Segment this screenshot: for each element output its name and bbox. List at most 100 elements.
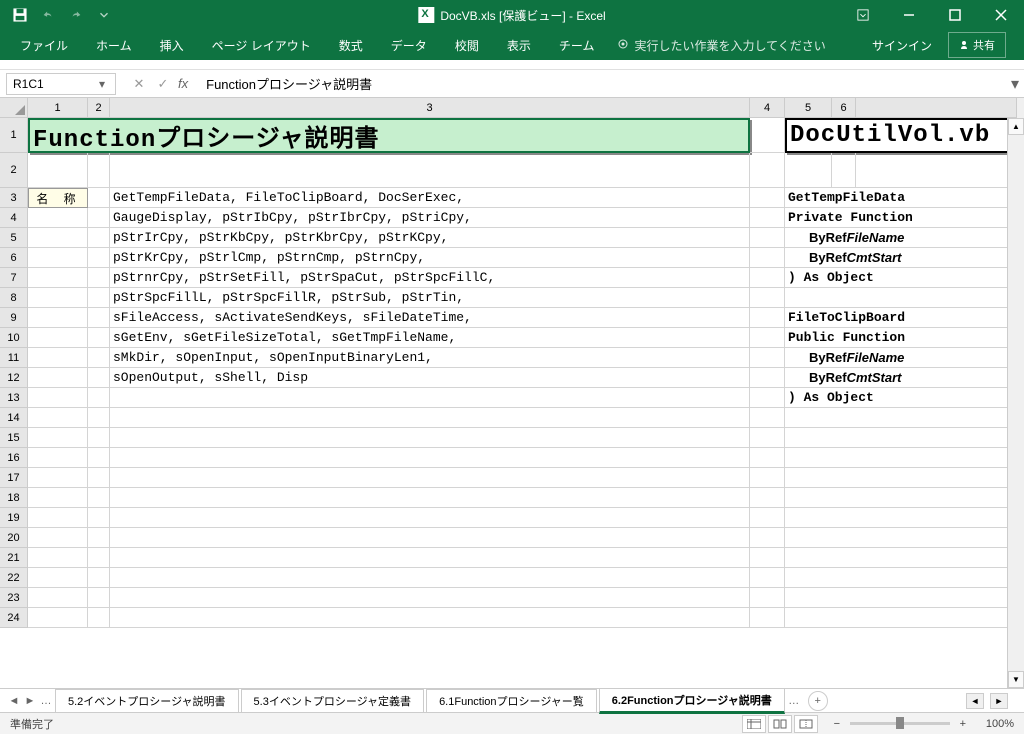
row-header[interactable]: 9 bbox=[0, 308, 28, 328]
cell[interactable] bbox=[28, 288, 88, 308]
tellme-search[interactable]: 実行したい作業を入力してください bbox=[610, 37, 833, 54]
title-cell[interactable]: Functionプロシージャ説明書 bbox=[28, 118, 750, 153]
cell[interactable] bbox=[750, 268, 785, 288]
label-cell[interactable]: 名 称 bbox=[28, 188, 88, 208]
page-layout-view-icon[interactable] bbox=[768, 715, 792, 733]
cell[interactable] bbox=[785, 488, 1017, 508]
col-header[interactable]: 1 bbox=[28, 98, 88, 118]
cell[interactable]: pStrKrCpy, pStrlCmp, pStrnCmp, pStrnCpy, bbox=[110, 248, 750, 268]
zoom-track[interactable] bbox=[850, 722, 950, 725]
cell[interactable]: sMkDir, sOpenInput, sOpenInputBinaryLen1… bbox=[110, 348, 750, 368]
cell[interactable] bbox=[750, 153, 785, 188]
tab-file[interactable]: ファイル bbox=[8, 31, 80, 60]
cell[interactable] bbox=[28, 568, 88, 588]
signin-link[interactable]: サインイン bbox=[860, 37, 944, 54]
select-all-button[interactable] bbox=[0, 98, 28, 118]
redo-icon[interactable] bbox=[64, 3, 88, 27]
cell[interactable]: GetTempFileData, FileToClipBoard, DocSer… bbox=[110, 188, 750, 208]
zoom-thumb[interactable] bbox=[896, 717, 904, 729]
cell[interactable]: ByRef CmtStart bbox=[785, 248, 1017, 268]
cell[interactable] bbox=[88, 328, 110, 348]
sheet-tab[interactable]: 5.3イベントプロシージャ定義書 bbox=[241, 689, 425, 712]
row-header[interactable]: 14 bbox=[0, 408, 28, 428]
vertical-scrollbar[interactable]: ▲ ▼ bbox=[1007, 118, 1024, 688]
cell[interactable] bbox=[750, 288, 785, 308]
normal-view-icon[interactable] bbox=[742, 715, 766, 733]
cell[interactable] bbox=[28, 268, 88, 288]
tab-nav-more-icon[interactable]: … bbox=[38, 695, 54, 707]
row-header[interactable]: 18 bbox=[0, 488, 28, 508]
cell[interactable] bbox=[110, 568, 750, 588]
row-header[interactable]: 15 bbox=[0, 428, 28, 448]
cell[interactable]: GaugeDisplay, pStrIbCpy, pStrIbrCpy, pSt… bbox=[110, 208, 750, 228]
filename-cell[interactable]: DocUtilVol.vb bbox=[785, 118, 1017, 153]
row-header[interactable]: 1 bbox=[0, 118, 28, 153]
cell[interactable] bbox=[750, 188, 785, 208]
cell[interactable] bbox=[28, 528, 88, 548]
row-header[interactable]: 19 bbox=[0, 508, 28, 528]
cell[interactable] bbox=[28, 208, 88, 228]
row-header[interactable]: 20 bbox=[0, 528, 28, 548]
minimize-button[interactable] bbox=[886, 0, 932, 30]
cell[interactable] bbox=[856, 153, 1017, 188]
cell[interactable] bbox=[88, 508, 110, 528]
cell[interactable]: ByRef FileName bbox=[785, 348, 1017, 368]
cell[interactable] bbox=[88, 368, 110, 388]
cell[interactable] bbox=[785, 528, 1017, 548]
cell[interactable] bbox=[110, 488, 750, 508]
cell[interactable] bbox=[88, 388, 110, 408]
scroll-down-icon[interactable]: ▼ bbox=[1008, 671, 1024, 688]
cancel-formula-icon[interactable]: ✕ bbox=[130, 76, 148, 92]
row-header[interactable]: 4 bbox=[0, 208, 28, 228]
cell[interactable]: GetTempFileData bbox=[785, 188, 1017, 208]
tab-insert[interactable]: 挿入 bbox=[148, 31, 196, 60]
cell[interactable] bbox=[750, 228, 785, 248]
cell[interactable] bbox=[110, 508, 750, 528]
row-header[interactable]: 12 bbox=[0, 368, 28, 388]
cell[interactable] bbox=[750, 208, 785, 228]
cell[interactable] bbox=[110, 548, 750, 568]
cell[interactable] bbox=[110, 408, 750, 428]
tab-nav-more-icon[interactable]: … bbox=[786, 695, 802, 707]
cell[interactable] bbox=[785, 468, 1017, 488]
cell[interactable] bbox=[28, 228, 88, 248]
cell[interactable] bbox=[110, 428, 750, 448]
maximize-button[interactable] bbox=[932, 0, 978, 30]
cell[interactable] bbox=[88, 248, 110, 268]
cell[interactable] bbox=[832, 153, 856, 188]
sheet-tab[interactable]: 5.2イベントプロシージャ説明書 bbox=[55, 689, 239, 712]
add-sheet-button[interactable]: + bbox=[808, 691, 828, 711]
fx-icon[interactable]: fx bbox=[178, 76, 188, 91]
col-header[interactable]: 5 bbox=[785, 98, 832, 118]
cell[interactable] bbox=[88, 188, 110, 208]
cell[interactable]: FileToClipBoard bbox=[785, 308, 1017, 328]
row-header[interactable]: 22 bbox=[0, 568, 28, 588]
tab-page-layout[interactable]: ページ レイアウト bbox=[200, 31, 323, 60]
cell[interactable] bbox=[88, 348, 110, 368]
cell[interactable] bbox=[750, 588, 785, 608]
cell[interactable] bbox=[750, 368, 785, 388]
page-break-view-icon[interactable] bbox=[794, 715, 818, 733]
scroll-up-icon[interactable]: ▲ bbox=[1008, 118, 1024, 135]
cell[interactable] bbox=[750, 608, 785, 628]
cell[interactable]: sGetEnv, sGetFileSizeTotal, sGetTmpFileN… bbox=[110, 328, 750, 348]
scroll-left-icon[interactable]: ◄ bbox=[966, 693, 984, 709]
cell[interactable] bbox=[28, 548, 88, 568]
cell[interactable] bbox=[785, 588, 1017, 608]
cell[interactable] bbox=[28, 468, 88, 488]
cell[interactable] bbox=[88, 468, 110, 488]
cell[interactable]: Private Function bbox=[785, 208, 1017, 228]
cell[interactable] bbox=[750, 548, 785, 568]
cell[interactable] bbox=[28, 488, 88, 508]
row-header[interactable]: 24 bbox=[0, 608, 28, 628]
cell[interactable] bbox=[88, 488, 110, 508]
zoom-value[interactable]: 100% bbox=[986, 718, 1014, 730]
cell[interactable]: pStrIrCpy, pStrKbCpy, pStrKbrCpy, pStrKC… bbox=[110, 228, 750, 248]
cell[interactable] bbox=[110, 388, 750, 408]
cell[interactable] bbox=[28, 408, 88, 428]
row-header[interactable]: 8 bbox=[0, 288, 28, 308]
cell[interactable] bbox=[750, 348, 785, 368]
qat-customize-icon[interactable] bbox=[92, 3, 116, 27]
cell[interactable]: ByRef CmtStart bbox=[785, 368, 1017, 388]
cell[interactable]: ) As Object bbox=[785, 388, 1017, 408]
